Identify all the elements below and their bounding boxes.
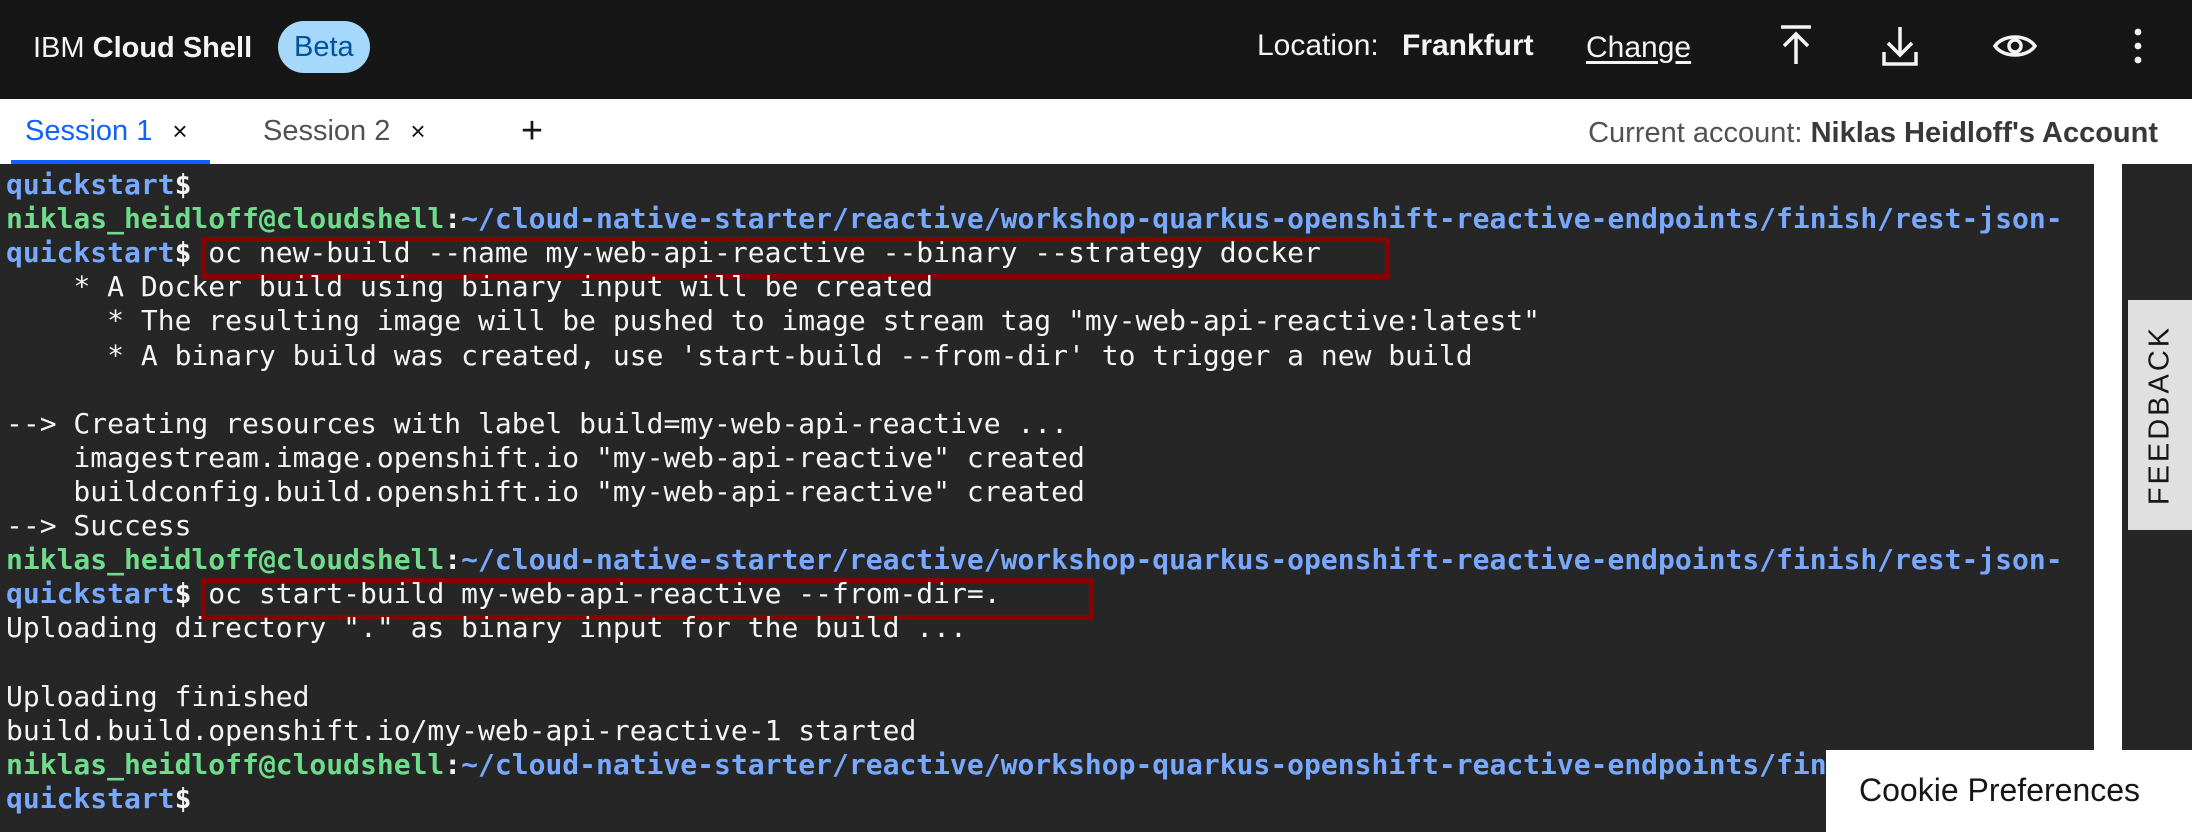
overflow-menu-icon[interactable] xyxy=(2114,22,2162,70)
terminal-text: oc new-build --name my-web-api-reactive … xyxy=(208,236,1321,270)
terminal-line: quickstart$ oc start-build my-web-api-re… xyxy=(6,577,1001,611)
terminal-text: * The resulting image will be pushed to … xyxy=(6,304,1541,338)
location-label: Location: xyxy=(1257,29,1379,62)
terminal-text: quickstart xyxy=(6,236,175,270)
close-tab-icon[interactable]: × xyxy=(172,116,187,147)
terminal-text: $ xyxy=(174,781,192,815)
terminal-line: --> Success xyxy=(6,509,191,543)
terminal-line: Uploading finished xyxy=(6,680,309,714)
top-header: IBM Cloud Shell Beta Location: Frankfurt… xyxy=(0,0,2192,99)
terminal-line: niklas_heidloff@cloudshell:~/cloud-nativ… xyxy=(6,543,2063,577)
terminal-text: $ xyxy=(174,168,192,201)
terminal-text: quickstart xyxy=(6,781,175,815)
terminal-text: niklas_heidloff@cloudshell xyxy=(6,543,445,577)
add-session-button[interactable]: + xyxy=(512,103,552,159)
cookie-preferences-button[interactable]: Cookie Preferences xyxy=(1826,750,2192,832)
terminal-text: --> Creating resources with label build=… xyxy=(6,406,1069,440)
terminal-text: --> Success xyxy=(6,509,192,542)
terminal-line: quickstart$ oc new-build --name my-web-a… xyxy=(6,236,1321,270)
terminal-text: oc start-build my-web-api-reactive --fro… xyxy=(208,577,1001,611)
brand-name: Cloud Shell xyxy=(92,32,253,64)
change-location-link[interactable]: Change xyxy=(1586,28,1691,68)
terminal-text: quickstart xyxy=(6,168,175,201)
session-tab-bar: Session 1 × Session 2 × + Current accoun… xyxy=(0,99,2192,164)
terminal-line: * A Docker build using binary input will… xyxy=(6,270,933,304)
cookie-preferences-label: Cookie Preferences xyxy=(1859,772,2141,808)
terminal-line: buildconfig.build.openshift.io "my-web-a… xyxy=(6,474,1085,509)
terminal-scrollbar[interactable] xyxy=(2094,164,2122,832)
beta-badge: Beta xyxy=(278,21,370,73)
app-title: IBM Cloud Shell xyxy=(33,28,252,68)
terminal-text: $ xyxy=(174,577,209,611)
terminal-output[interactable]: quickstart$ niklas_heidloff@cloudshell:~/… xyxy=(0,164,2094,832)
terminal-text: Uploading directory "." as binary input … xyxy=(6,611,967,645)
terminal-text: * A binary build was created, use 'start… xyxy=(6,338,1473,372)
terminal-text: ~/cloud-native-starter/reactive/workshop… xyxy=(461,202,2063,236)
terminal-line: Uploading directory "." as binary input … xyxy=(6,611,967,645)
terminal-line: niklas_heidloff@cloudshell:~/cloud-nativ… xyxy=(6,202,2063,236)
upload-icon[interactable] xyxy=(1772,22,1820,70)
terminal-text: ~/cloud-native-starter/reactive/workshop… xyxy=(461,747,2063,781)
tab-session-1[interactable]: Session 1 × xyxy=(11,99,210,164)
terminal-line: * A binary build was created, use 'start… xyxy=(6,338,1473,373)
download-icon[interactable] xyxy=(1876,22,1924,70)
terminal-text: $ xyxy=(174,236,209,270)
location-value: Frankfurt xyxy=(1402,29,1534,62)
terminal-text: : xyxy=(444,543,462,577)
tab-session-2[interactable]: Session 2 × xyxy=(263,99,426,164)
tab-label: Session 2 xyxy=(263,115,391,147)
current-account: Current account: Niklas Heidloff's Accou… xyxy=(1588,113,2158,153)
terminal-line: quickstart$ xyxy=(6,782,191,816)
terminal-text: build.build.openshift.io/my-web-api-reac… xyxy=(6,713,917,747)
terminal-text: niklas_heidloff@cloudshell xyxy=(6,747,445,781)
terminal-text: : xyxy=(444,202,462,236)
terminal-line: quickstart$ xyxy=(6,168,191,202)
account-name: Niklas Heidloff's Account xyxy=(1810,117,2158,149)
terminal-line: build.build.openshift.io/my-web-api-reac… xyxy=(6,714,916,748)
feedback-button[interactable]: FEEDBACK xyxy=(2128,300,2192,530)
terminal-text: buildconfig.build.openshift.io "my-web-a… xyxy=(6,474,1085,508)
brand-prefix: IBM xyxy=(33,32,85,64)
terminal-text: ~/cloud-native-starter/reactive/workshop… xyxy=(461,543,2063,577)
tab-label: Session 1 xyxy=(25,115,153,147)
terminal-line: niklas_heidloff@cloudshell:~/cloud-nativ… xyxy=(6,748,2063,782)
terminal-line: imagestream.image.openshift.io "my-web-a… xyxy=(6,440,1085,475)
terminal-line: * The resulting image will be pushed to … xyxy=(6,304,1540,338)
eye-icon[interactable] xyxy=(1991,22,2039,70)
terminal-text: niklas_heidloff@cloudshell xyxy=(6,202,445,236)
feedback-label: FEEDBACK xyxy=(2143,324,2176,506)
terminal-text: : xyxy=(444,747,462,781)
terminal-text: Uploading finished xyxy=(6,679,310,713)
account-label: Current account: xyxy=(1588,117,1803,149)
terminal-text: imagestream.image.openshift.io "my-web-a… xyxy=(6,440,1085,474)
terminal-line: --> Creating resources with label build=… xyxy=(6,407,1068,441)
terminal-text: quickstart xyxy=(6,577,175,611)
terminal-text: * A Docker build using binary input will… xyxy=(6,270,934,304)
close-tab-icon[interactable]: × xyxy=(410,116,425,147)
